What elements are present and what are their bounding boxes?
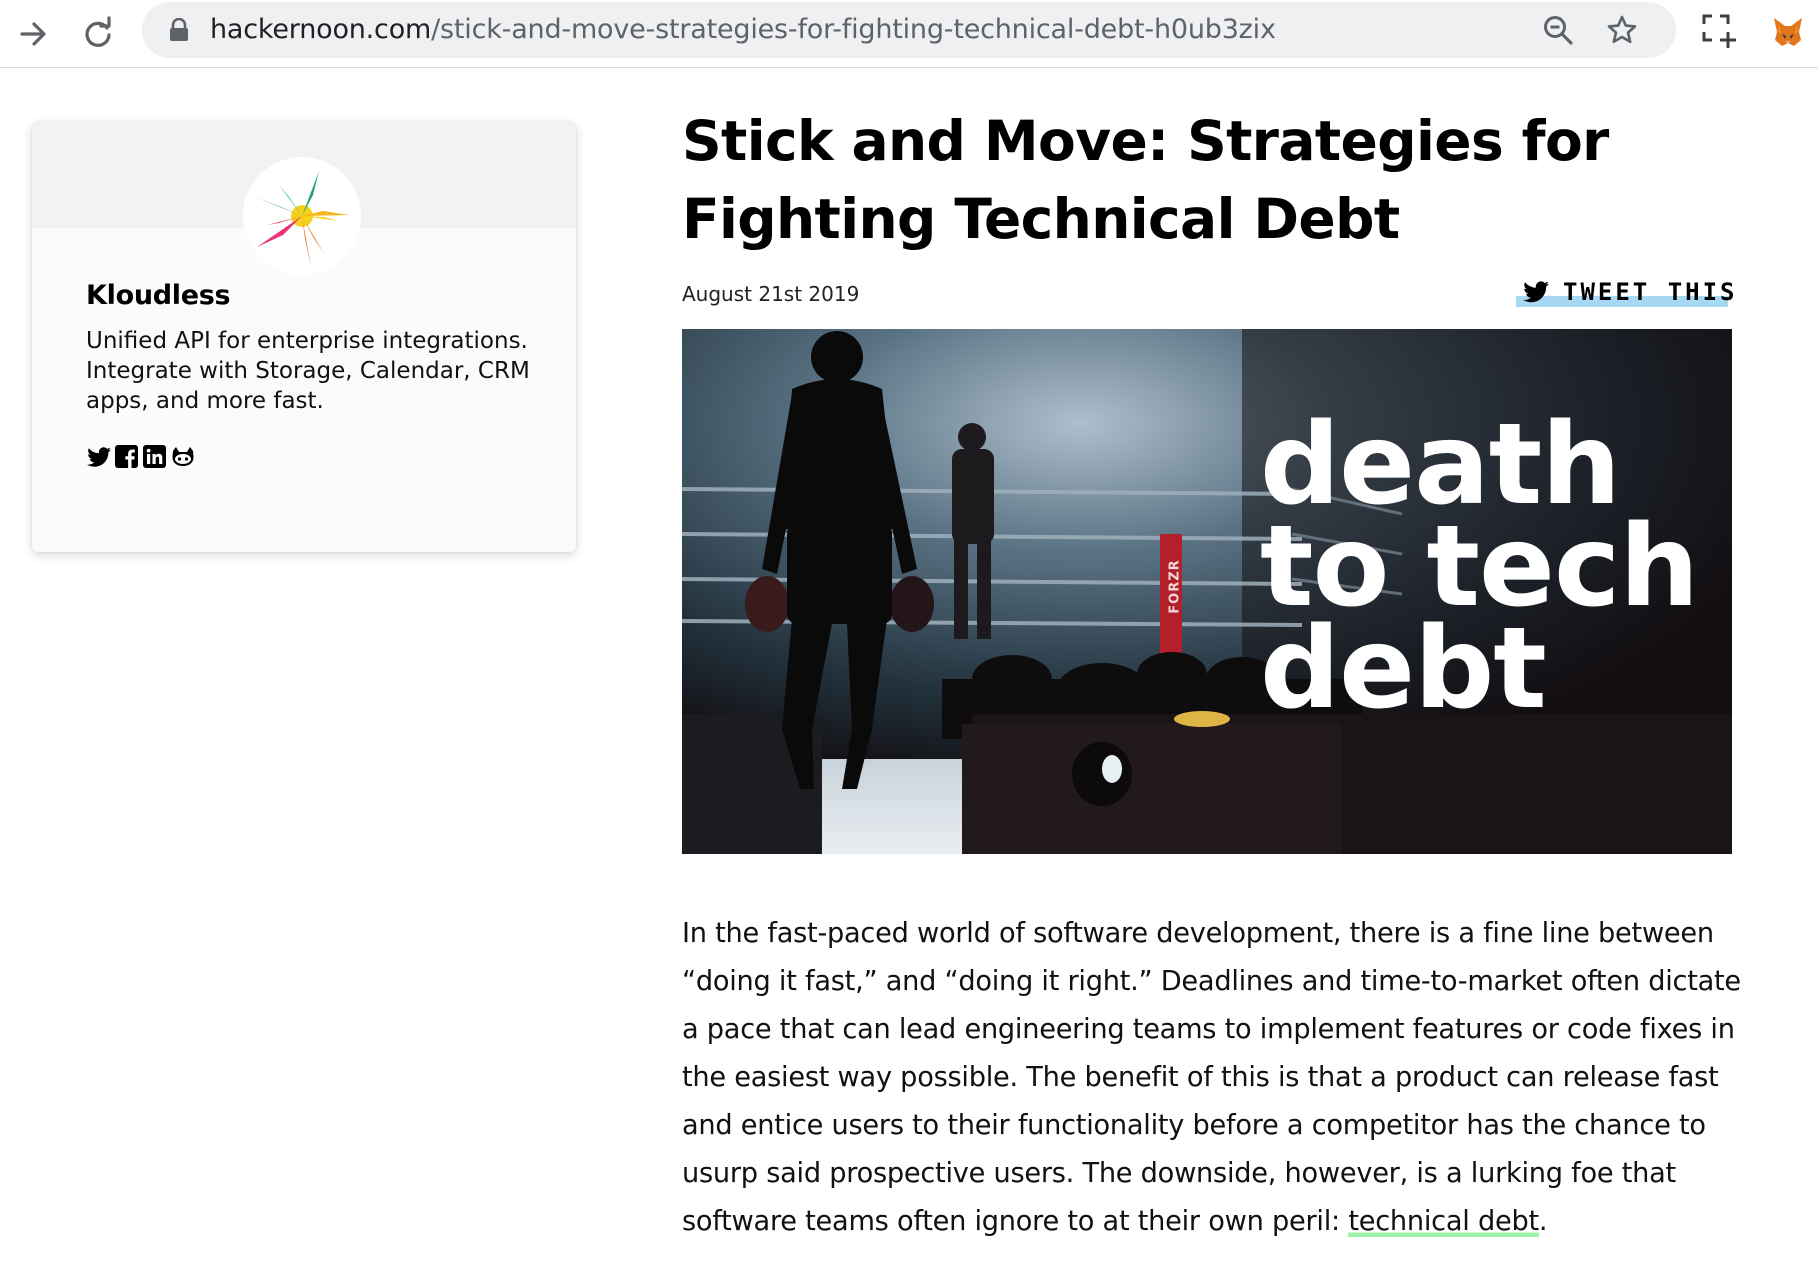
address-bar[interactable]: hackernoon.com/stick-and-move-strategies… xyxy=(142,2,1676,58)
tweet-this-button[interactable]: TWEET THIS xyxy=(1516,277,1735,307)
hero-line-3: debt xyxy=(1260,604,1547,734)
author-avatar[interactable] xyxy=(243,157,361,275)
article-body-paragraph: In the fast-paced world of software deve… xyxy=(682,910,1744,1246)
metamask-fox-icon[interactable] xyxy=(1768,12,1808,52)
body-text-main: In the fast-paced world of software deve… xyxy=(682,918,1741,1237)
zoom-icon[interactable] xyxy=(1542,14,1574,46)
forward-icon[interactable] xyxy=(12,12,56,56)
extension-screenshot-icon[interactable] xyxy=(1700,12,1740,52)
hero-line-1: death xyxy=(1260,400,1621,530)
url-text[interactable]: hackernoon.com/stick-and-move-strategies… xyxy=(210,2,1276,58)
hero-line-2: to tech xyxy=(1260,502,1699,632)
hero-image: death to tech debt FORZR xyxy=(682,329,1732,854)
twitter-icon[interactable] xyxy=(86,444,112,470)
author-bio: Unified API for enterprise integrations.… xyxy=(86,328,530,414)
article-title: Stick and Move: Strategies for Fighting … xyxy=(682,109,1609,251)
ring-banner-text: FORZR xyxy=(1167,559,1183,614)
article-date: August 21st 2019 xyxy=(682,282,860,306)
reload-icon[interactable] xyxy=(76,12,120,56)
github-icon[interactable] xyxy=(170,444,196,470)
author-card: Kloudless Unified API for enterprise int… xyxy=(32,122,576,552)
technical-debt-link[interactable]: technical debt xyxy=(1348,1206,1539,1237)
twitter-bird-icon xyxy=(1523,281,1549,303)
url-path: /stick-and-move-strategies-for-fighting-… xyxy=(431,14,1276,45)
author-name[interactable]: Kloudless xyxy=(86,280,231,311)
body-text-end: . xyxy=(1538,1206,1548,1237)
tweet-this-label: TWEET THIS xyxy=(1563,278,1738,306)
kloudless-logo-icon xyxy=(255,171,349,267)
facebook-icon[interactable] xyxy=(114,444,140,470)
hero-headline: death to tech debt xyxy=(1260,400,1699,734)
bookmark-star-icon[interactable] xyxy=(1606,14,1638,46)
browser-toolbar: hackernoon.com/stick-and-move-strategies… xyxy=(0,0,1818,68)
url-host: hackernoon.com xyxy=(210,14,432,45)
lock-icon xyxy=(168,17,190,42)
linkedin-icon[interactable] xyxy=(142,444,168,470)
